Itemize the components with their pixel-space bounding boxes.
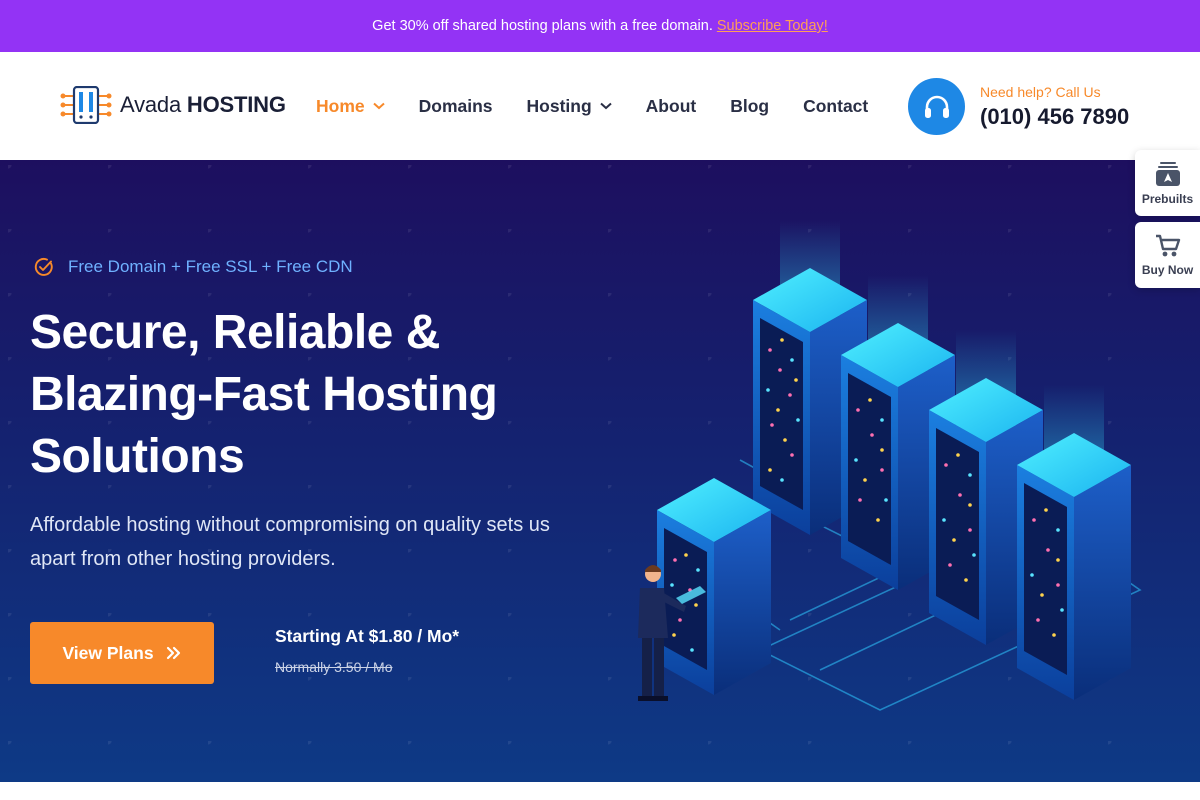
chevron-down-icon xyxy=(372,102,385,110)
headline-line-2: Blazing-Fast Hosting xyxy=(30,368,498,421)
view-plans-button[interactable]: View Plans xyxy=(30,622,214,684)
double-chevron-right-icon xyxy=(166,646,180,660)
server-rack-front xyxy=(657,478,771,695)
prebuilts-button[interactable]: Prebuilts xyxy=(1135,150,1200,216)
hero-section: Free Domain + Free SSL + Free CDN Secure… xyxy=(0,160,1200,782)
buy-now-label: Buy Now xyxy=(1141,263,1194,277)
promo-bar: Get 30% off shared hosting plans with a … xyxy=(0,0,1200,52)
server-rack-illustration xyxy=(638,220,1142,711)
tagline-text: Free Domain + Free SSL + Free CDN xyxy=(68,257,353,276)
site-header: Avada HOSTING Home Domains Hosting About… xyxy=(0,52,1200,160)
help-contact[interactable]: Need help? Call Us (010) 456 7890 xyxy=(908,78,1129,135)
help-label: Need help? Call Us xyxy=(980,83,1101,100)
subscribe-link[interactable]: Subscribe Today! xyxy=(717,18,828,34)
nav-blog[interactable]: Blog xyxy=(730,96,769,117)
main-nav: Home Domains Hosting About Blog Contact xyxy=(316,52,902,160)
nav-home[interactable]: Home xyxy=(316,96,385,117)
promo-text: Get 30% off shared hosting plans with a … xyxy=(372,18,713,34)
nav-domains[interactable]: Domains xyxy=(419,96,493,117)
headline-line-3: Solutions xyxy=(30,430,245,483)
chevron-down-icon xyxy=(600,102,612,110)
hero-headline: Secure, Reliable & Blazing-Fast Hosting … xyxy=(30,302,590,488)
nav-domains-label: Domains xyxy=(418,95,493,116)
help-phone[interactable]: (010) 456 7890 xyxy=(980,104,1129,130)
page-bottom xyxy=(0,782,1200,800)
check-badge-icon xyxy=(34,258,53,276)
headset-icon xyxy=(908,78,965,135)
nav-about[interactable]: About xyxy=(646,96,697,117)
nav-hosting[interactable]: Hosting xyxy=(527,96,612,117)
view-plans-label: View Plans xyxy=(62,642,154,663)
logo-bold: HOSTING xyxy=(186,92,286,117)
hero-tagline: Free Domain + Free SSL + Free CDN xyxy=(34,257,353,277)
site-logo[interactable]: Avada HOSTING xyxy=(60,86,286,124)
nav-home-label: Home xyxy=(316,95,365,116)
buy-now-button[interactable]: Buy Now xyxy=(1135,222,1200,288)
nav-hosting-label: Hosting xyxy=(526,95,592,116)
nav-about-label: About xyxy=(645,95,697,116)
price-current: Starting At $1.80 / Mo* xyxy=(275,626,460,646)
prebuilts-icon xyxy=(1155,162,1180,186)
price-old: Normally 3.50 / Mo xyxy=(275,659,393,675)
server-rack-4 xyxy=(1017,433,1131,700)
nav-contact[interactable]: Contact xyxy=(803,96,868,117)
hero-subtext: Affordable hosting without compromising … xyxy=(30,514,550,570)
nav-blog-label: Blog xyxy=(730,95,770,116)
logo-light: Avada xyxy=(120,92,181,117)
cart-icon xyxy=(1155,234,1180,257)
nav-contact-label: Contact xyxy=(803,95,869,116)
logo-text: Avada HOSTING xyxy=(120,92,286,118)
server-logo-icon xyxy=(60,86,112,124)
pricing-info: Starting At $1.80 / Mo* Normally 3.50 / … xyxy=(275,626,459,675)
headline-line-1: Secure, Reliable & xyxy=(30,306,440,359)
prebuilts-label: Prebuilts xyxy=(1141,192,1194,206)
help-text: Need help? Call Us (010) 456 7890 xyxy=(980,84,1129,130)
